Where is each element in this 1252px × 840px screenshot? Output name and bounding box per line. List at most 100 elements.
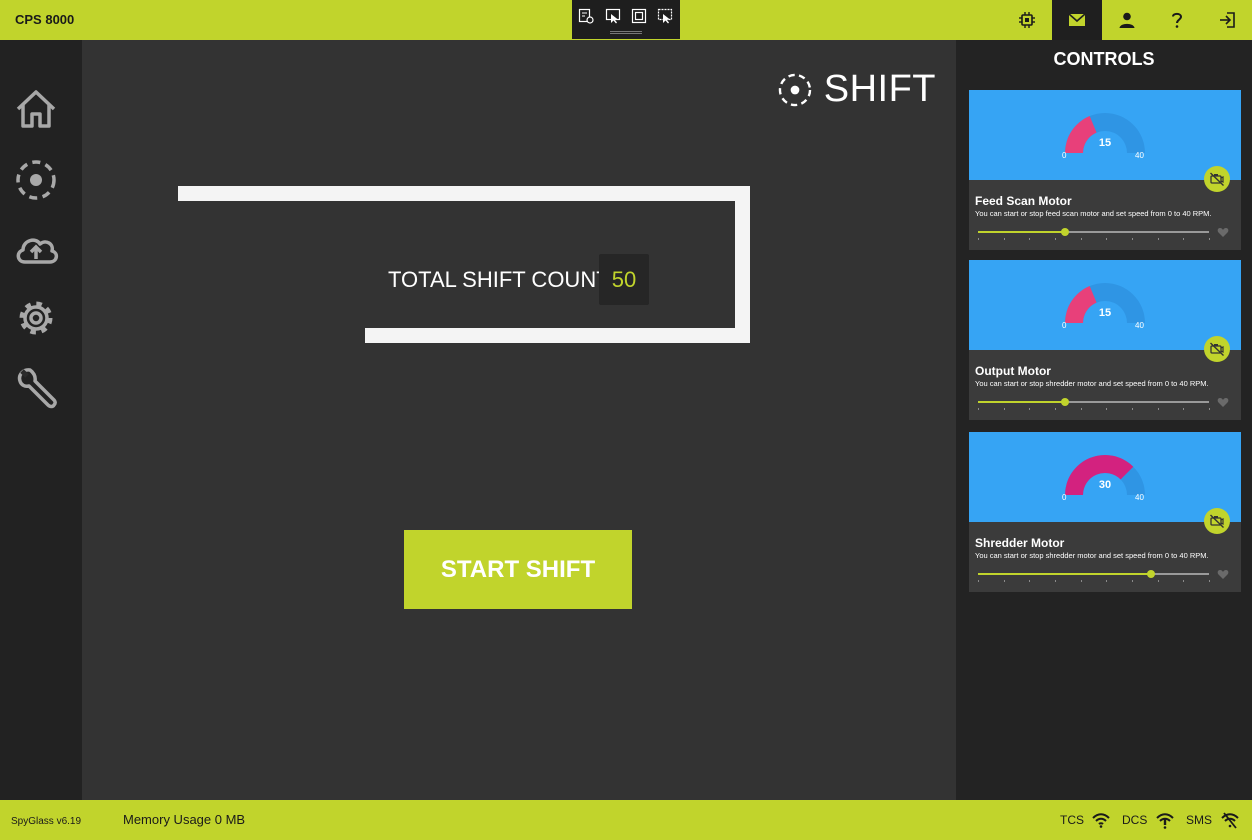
title-bar: CPS 8000 [0,0,1252,40]
motor-power-toggle[interactable] [1204,508,1230,534]
toolbar-drag-handle[interactable] [610,31,642,34]
slider-thumb[interactable] [1060,398,1069,406]
debug-toolbar [572,0,680,39]
slider-tick [1029,580,1031,582]
motor-name: Output Motor [975,364,1051,378]
slider-tick [978,580,979,582]
wrench-icon [17,368,57,409]
slider-tick [1183,238,1185,240]
gauge-min-label: 0 [1062,321,1067,330]
gauge-max-label: 40 [1135,151,1144,160]
shift-target-icon [16,160,56,200]
slider-tick [1157,238,1159,240]
slider-tick [1003,580,1005,582]
speed-slider[interactable] [978,570,1210,582]
favorite-heart-icon[interactable] [1217,568,1229,580]
slider-thumb[interactable] [1060,228,1069,236]
slider-fill [978,231,1065,233]
app-window: CPS 8000 SHIFT TOTAL SHIFT COUNT 50 STAR… [0,0,1252,840]
tcs-label: TCS [1060,813,1084,827]
motor-card: 30 0 40 Shredder Motor You can start or … [969,432,1241,592]
gauge-max-label: 40 [1135,493,1144,502]
gauge-min-label: 0 [1062,151,1067,160]
motor-off-icon [1210,342,1224,357]
sms-label: SMS [1186,813,1213,827]
shift-target-icon [778,73,811,106]
logout-button[interactable] [1202,0,1252,40]
bracket-frame-right [735,186,750,343]
slider-fill [978,573,1152,575]
select-element-icon[interactable] [605,8,621,24]
live-tree-icon[interactable] [578,8,594,24]
slider-tick [1003,408,1005,410]
sidebar-item-settings[interactable] [10,292,62,344]
track-focus-icon[interactable] [657,8,673,24]
wifi-off-icon [1221,812,1239,829]
sidebar-item-shift[interactable] [10,154,62,206]
user-button[interactable] [1102,0,1152,40]
favorite-heart-icon[interactable] [1217,396,1229,408]
status-bar: SpyGlass v6.19 Memory Usage 0 MB TCS DCS… [0,800,1252,840]
controls-title: CONTROLS [1053,49,1155,69]
page-title: SHIFT [776,68,936,111]
mail-icon [1068,13,1086,26]
main-content: SHIFT TOTAL SHIFT COUNT 50 START SHIFT [82,40,956,800]
gauge-value: 30 [1098,479,1112,491]
chip-button[interactable] [1002,0,1052,40]
gear-icon [19,301,53,335]
slider-tick [1132,580,1133,582]
slider-tick [1106,580,1108,582]
gauge-min-label: 0 [1062,493,1067,502]
speed-gauge: 15 0 40 [969,90,1241,180]
gauge-value: 15 [1098,137,1112,149]
slider-tick [1055,408,1056,410]
gauge-arc [1065,283,1145,323]
wifi-warning-icon [1156,813,1174,829]
slider-thumb[interactable] [1147,570,1156,578]
slider-tick [1055,238,1056,240]
app-title: CPS 8000 [15,12,75,27]
motor-off-icon [1210,514,1224,529]
display-adorners-icon[interactable] [631,8,647,24]
speed-slider[interactable] [978,398,1210,410]
slider-tick [1003,238,1005,240]
slider-tick [1106,238,1108,240]
sidebar-item-upload[interactable] [10,224,62,276]
gauge-arc [1065,455,1145,495]
slider-tick [1080,238,1082,240]
sidebar-item-home[interactable] [10,83,62,135]
slider-tick [1029,408,1031,410]
motor-card: 15 0 40 Output Motor You can start or st… [969,260,1241,420]
slider-tick [1132,238,1133,240]
gauge-value: 15 [1098,307,1112,319]
chip-icon [1019,12,1035,28]
slider-tick [978,408,979,410]
wifi-icon [1092,813,1110,828]
sidebar [0,40,82,800]
cloud-upload-icon [16,238,59,264]
help-icon [1172,12,1183,28]
sidebar-item-tools[interactable] [10,361,62,413]
motor-name: Feed Scan Motor [975,194,1072,208]
logout-icon [1220,12,1235,28]
slider-tick [1055,580,1056,582]
motor-name: Shredder Motor [975,536,1065,550]
slider-tick [1029,238,1031,240]
bracket-frame-top [178,186,750,201]
help-button[interactable] [1152,0,1202,40]
slider-tick [1183,408,1185,410]
slider-tick [1183,580,1185,582]
motor-off-icon [1210,172,1224,187]
speed-slider[interactable] [978,228,1210,240]
motor-description: You can start or stop shredder motor and… [975,551,1209,560]
motor-power-toggle[interactable] [1204,336,1230,362]
motor-power-toggle[interactable] [1204,166,1230,192]
mail-button[interactable] [1052,0,1102,40]
slider-tick [1080,580,1082,582]
favorite-heart-icon[interactable] [1217,226,1229,238]
start-shift-button[interactable]: START SHIFT [404,530,632,609]
gauge-max-label: 40 [1135,321,1144,330]
user-icon [1119,12,1135,28]
motor-description: You can start or stop feed scan motor an… [975,209,1212,218]
slider-tick [1157,580,1159,582]
